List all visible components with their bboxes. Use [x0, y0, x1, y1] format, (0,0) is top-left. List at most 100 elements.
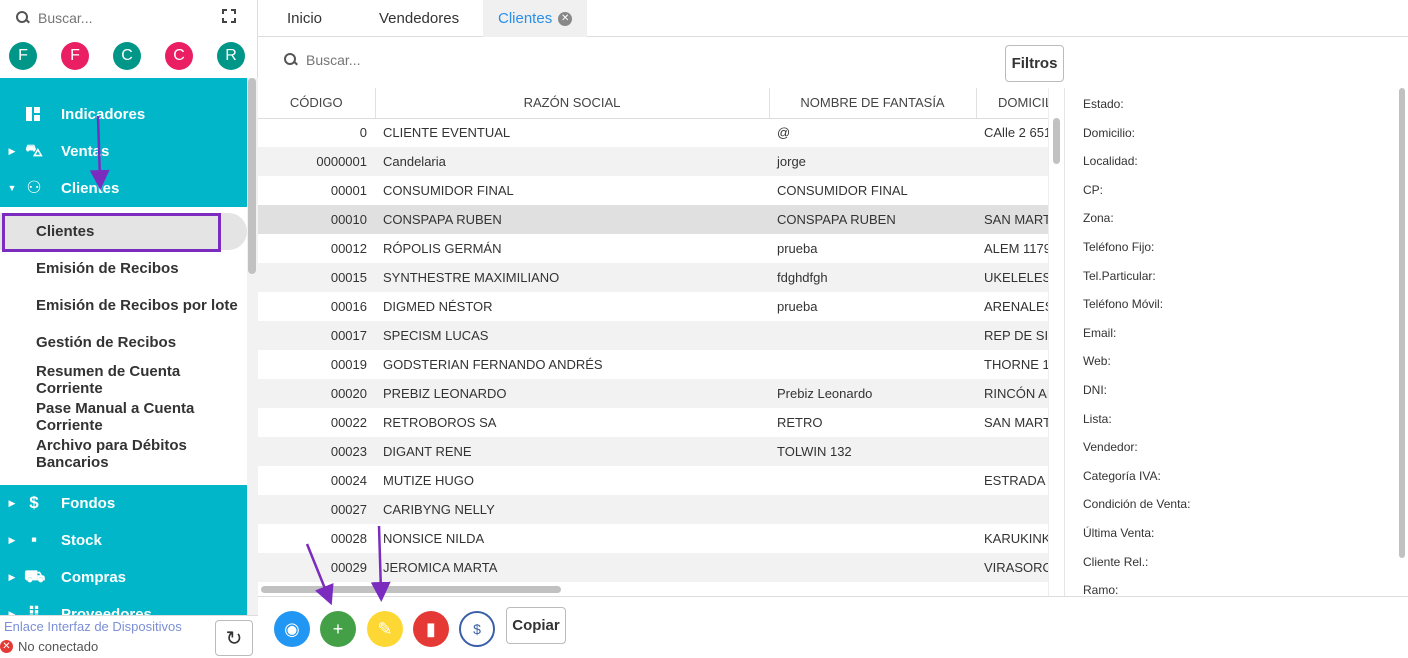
table-cell: NONSICE NILDA [383, 531, 485, 546]
table-cell: 00012 [330, 241, 367, 256]
sidebar-item-label: Ventas [61, 142, 110, 160]
submenu-item-resumen-de-cuenta-corriente[interactable]: Resumen de Cuenta Corriente [0, 361, 247, 398]
avatar[interactable]: F [9, 42, 37, 70]
sidebar-menu-bottom: ▶ $ Fondos ▶ ▪ Stock ▶ ⛟ Compras ▶ ⠿ Proveedores [0, 485, 247, 615]
avatar[interactable]: F [61, 42, 89, 70]
sidebar: FFCCR Indicadores▶⛍Ventas▼⚇Clientes Clie… [0, 0, 258, 658]
detail-label-estado: Estado: [1083, 97, 1124, 111]
sidebar-item-label: Proveedores [61, 605, 152, 616]
table-row[interactable]: 00028 NONSICE NILDA KARUKINKA [258, 524, 1048, 553]
table-horizontal-scrollbar[interactable] [258, 583, 1048, 595]
table-row[interactable]: 00027 CARIBYNG NELLY [258, 495, 1048, 524]
table-row[interactable]: 00017SPECISM LUCAS REP DE SIRIA [258, 321, 1048, 350]
detail-label-condicion-de-venta: Condición de Venta: [1083, 497, 1191, 512]
refresh-icon: ↻ [225, 627, 243, 650]
tab-clientes[interactable]: Clientes ✕ [483, 0, 588, 37]
details-scrollbar[interactable] [1397, 88, 1408, 596]
tab-vendedores[interactable]: Vendedores [379, 0, 459, 37]
table-cell: CONSPAPA RUBEN [375, 205, 769, 234]
table-cell: SAN MARTÍN [976, 205, 1048, 234]
table-row[interactable]: 00012 RÓPOLIS GERMÁN prueba ALEM 1179 [258, 234, 1048, 263]
people-icon: ⚇ [26, 178, 42, 197]
table-cell: ARENALES Y [984, 299, 1048, 314]
avatar[interactable]: C [113, 42, 141, 70]
detail-label-web: Web: [1083, 354, 1111, 369]
cash-icon: $ [473, 621, 481, 637]
submenu-item-archivo-para-debitos-bancarios[interactable]: Archivo para Débitos Bancarios [0, 435, 247, 472]
table-cell: 0000001 [258, 147, 375, 176]
table-vertical-scrollbar[interactable] [1048, 88, 1064, 596]
caret-right-icon: ▶ [8, 534, 16, 545]
fullscreen-icon[interactable] [222, 9, 236, 23]
sidebar-scrollbar-thumb[interactable] [248, 78, 256, 274]
sidebar-scrollbar[interactable] [247, 78, 258, 615]
table-cell: ALEM 1179 [984, 241, 1048, 256]
sidebar-search-input[interactable] [38, 10, 198, 26]
table-row[interactable]: 00022 RETROBOROS SA RETRO SAN MARTIN [258, 408, 1048, 437]
add-button[interactable]: + [320, 611, 356, 647]
column-header-razon-social[interactable]: RAZÓN SOCIAL [375, 88, 770, 119]
table-row[interactable]: 00024 MUTIZE HUGO ESTRADA 82 [258, 466, 1048, 495]
table-cell: JEROMICA MARTA [375, 553, 769, 582]
sidebar-item-fondos[interactable]: ▶ $ Fondos [0, 485, 247, 521]
close-icon[interactable]: ✕ [558, 11, 573, 26]
table-cell: DIGANT RENE [375, 437, 769, 466]
table-horizontal-scrollbar-thumb[interactable] [261, 586, 561, 593]
error-icon: ✕ [0, 640, 13, 653]
avatar[interactable]: R [217, 42, 245, 70]
table-row[interactable]: 00019 GODSTERIAN FERNANDO ANDRÉS THORNE 11 [258, 350, 1048, 379]
copy-button[interactable]: Copiar [506, 607, 566, 644]
detail-label-telefono-movil: Teléfono Móvil: [1083, 297, 1164, 312]
filters-button[interactable]: Filtros [1005, 45, 1064, 82]
sidebar-item-proveedores[interactable]: ▶ ⠿ Proveedores [0, 596, 247, 615]
column-header-codigo[interactable]: CÓDIGO [258, 88, 376, 119]
column-header-nombre-fantasia[interactable]: NOMBRE DE FANTASÍA [769, 88, 977, 119]
table-cell: prueba [777, 241, 818, 256]
edit-button[interactable]: ✎ [367, 611, 403, 647]
detail-label-cliente-rel: Cliente Rel.: [1083, 554, 1149, 569]
payment-button[interactable]: $ [459, 611, 495, 647]
submenu-item-emision-de-recibos[interactable]: Emisión de Recibos [0, 250, 247, 287]
table-cell: 00024 [330, 473, 367, 488]
sidebar-item-compras[interactable]: ▶ ⛟ Compras [0, 559, 247, 595]
table-row[interactable]: 00016 DIGMED NÉSTOR prueba ARENALES Y [258, 292, 1048, 321]
table-cell: DIGMED NÉSTOR [383, 299, 493, 314]
sidebar-item-indicadores[interactable]: Indicadores [0, 96, 247, 132]
submenu-item-pase-manual-a-cuenta-corriente[interactable]: Pase Manual a Cuenta Corriente [0, 398, 247, 435]
view-button[interactable]: ◉ [274, 611, 310, 647]
table-row[interactable]: 00010 CONSPAPA RUBEN CONSPAPA RUBEN SAN MAR… [258, 205, 1048, 234]
clients-table: CÓDIGO RAZÓN SOCIAL NOMBRE DE FANTASÍA D… [258, 88, 1048, 582]
column-header-domicilio[interactable]: DOMICILIO [976, 88, 1048, 119]
table-row[interactable]: 00023 DIGANT RENE TOLWIN 132 [258, 437, 1048, 466]
table-cell: UKELELES 9 [976, 263, 1048, 292]
table-row[interactable]: 0 CLIENTE EVENTUAL @ CAlle 2 651 [258, 118, 1048, 147]
device-interface-link[interactable]: Enlace Interfaz de Dispositivos [4, 619, 182, 634]
table-vertical-scrollbar-thumb[interactable] [1053, 118, 1060, 164]
table-row[interactable]: 00029 JEROMICA MARTA VIRASORO [258, 553, 1048, 582]
table-cell [976, 495, 1048, 524]
annotation-highlight-box [2, 213, 221, 252]
table-row[interactable]: 0000001 Candelaria jorge [258, 147, 1048, 176]
stock-icon: ▪ [30, 530, 38, 549]
table-row[interactable]: 00001 CONSUMIDOR FINAL CONSUMIDOR FINAL [258, 176, 1048, 205]
submenu-item-gestion-de-recibos[interactable]: Gestión de Recibos [0, 324, 247, 361]
clients-search-input[interactable] [306, 52, 606, 68]
table-cell: 00029 [258, 553, 375, 582]
details-scrollbar-thumb[interactable] [1399, 88, 1405, 558]
sidebar-item-ventas[interactable]: ▶ ⛍ Ventas [0, 133, 247, 169]
table-cell [769, 466, 976, 495]
table-row[interactable]: 00020 PREBIZ LEONARDO Prebiz Leonardo RINCÓ… [258, 379, 1048, 408]
sidebar-item-label: Fondos [61, 494, 116, 512]
table-row[interactable]: 00015 SYNTHESTRE MAXIMILIANO fdghdfgh UKELE… [258, 263, 1048, 292]
table-cell: 00022 [330, 415, 367, 430]
dashboard-icon [24, 106, 44, 122]
avatar[interactable]: C [165, 42, 193, 70]
table-cell: 00016 [330, 299, 367, 314]
refresh-button[interactable]: ↻ [215, 620, 253, 656]
sidebar-item-label: Indicadores [61, 105, 146, 123]
submenu-item-emision-de-recibos-por-lote[interactable]: Emisión de Recibos por lote [0, 287, 247, 324]
sidebar-item-clientes[interactable]: ▼ ⚇ Clientes [0, 170, 247, 206]
sidebar-item-stock[interactable]: ▶ ▪ Stock [0, 522, 247, 558]
tab-inicio[interactable]: Inicio [287, 0, 322, 37]
delete-button[interactable]: ▮ [413, 611, 449, 647]
